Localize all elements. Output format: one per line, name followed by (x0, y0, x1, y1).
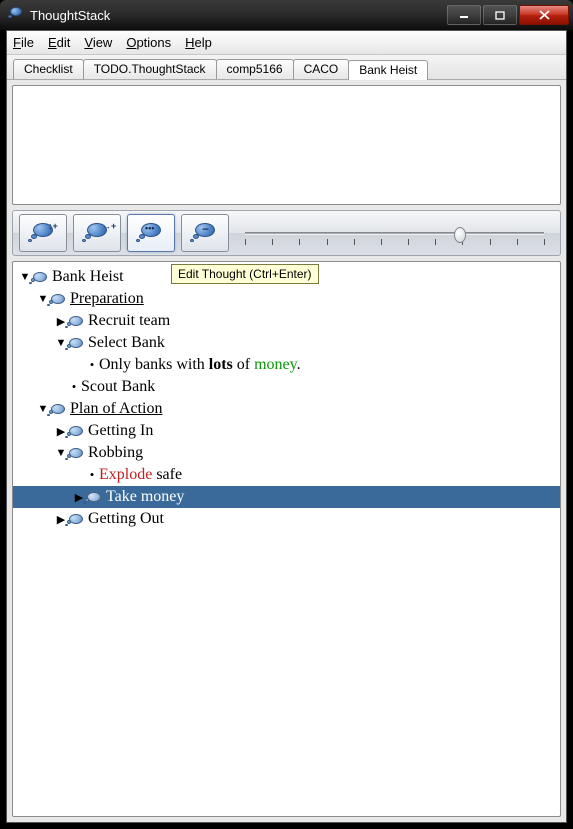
app-icon (8, 7, 24, 23)
maximize-button[interactable] (483, 5, 517, 25)
tab-caco[interactable]: CACO (293, 59, 350, 79)
tooltip: Edit Thought (Ctrl+Enter) (171, 264, 319, 284)
tree-node-getting-out[interactable]: ▶ Getting Out (13, 508, 560, 530)
bullet-icon: • (85, 467, 99, 483)
window-controls (447, 5, 569, 25)
thought-bubble-icon (49, 291, 67, 307)
tree-leaf-only-banks[interactable]: • • Only banks with lots of money. (13, 354, 560, 376)
tab-comp5166[interactable]: comp5166 (216, 59, 294, 79)
thought-bubble-icon (67, 423, 85, 439)
tabbar: ChecklistTODO.ThoughtStackcomp5166CACOBa… (7, 55, 566, 80)
menu-edit[interactable]: Edit (48, 35, 70, 50)
thought-bubble-icon (67, 511, 85, 527)
bullet-icon: • (67, 379, 81, 395)
tree-node-plan[interactable]: ▼ Plan of Action (13, 398, 560, 420)
tree-node-recruit[interactable]: ▶ Recruit team (13, 310, 560, 332)
client-area: File Edit View Options Help ChecklistTOD… (6, 30, 567, 823)
zoom-slider[interactable] (235, 218, 554, 248)
thought-bubble-icon (67, 335, 85, 351)
close-button[interactable] (519, 5, 569, 25)
thought-bubble-icon (67, 313, 85, 329)
tree-node-preparation[interactable]: ▼ Preparation (13, 288, 560, 310)
tree-node-take-money[interactable]: ▶ Take money (13, 486, 560, 508)
titlebar[interactable]: ThoughtStack (0, 0, 573, 30)
tree-node-getting-in[interactable]: ▶ Getting In (13, 420, 560, 442)
thought-bubble-icon (67, 445, 85, 461)
node-label: Recruit team (88, 312, 170, 330)
preview-pane[interactable] (12, 85, 561, 205)
node-label: Getting Out (88, 510, 164, 528)
menubar: File Edit View Options Help (7, 31, 566, 55)
add-sibling-button[interactable]: ↕+ (19, 214, 67, 252)
node-label: Preparation (70, 290, 144, 308)
menu-options[interactable]: Options (126, 35, 171, 50)
slider-thumb[interactable] (454, 227, 466, 243)
menu-help[interactable]: Help (185, 35, 212, 50)
window-shell: File Edit View Options Help ChecklistTOD… (0, 30, 573, 829)
tree-leaf-explode[interactable]: • • Explode safe (13, 464, 560, 486)
tree-node-select-bank[interactable]: ▼ Select Bank (13, 332, 560, 354)
node-label: Only banks with lots of money. (99, 356, 301, 374)
bullet-icon: • (85, 357, 99, 373)
node-label: Take money (106, 488, 184, 506)
window-title: ThoughtStack (30, 8, 447, 23)
app-window: ThoughtStack File Edit View Options Help… (0, 0, 573, 829)
menu-view[interactable]: View (84, 35, 112, 50)
tree-leaf-scout[interactable]: • • Scout Bank (13, 376, 560, 398)
thought-bubble-icon (85, 489, 103, 505)
toolbar: ↕+ →+ ••• − (12, 210, 561, 256)
add-child-button[interactable]: →+ (73, 214, 121, 252)
thought-bubble-icon (49, 401, 67, 417)
tree-pane[interactable]: Edit Thought (Ctrl+Enter) ▼ Bank Heist ▼… (12, 261, 561, 817)
edit-thought-button[interactable]: ••• (127, 214, 175, 252)
thought-bubble-icon (31, 269, 49, 285)
node-label: Bank Heist (52, 268, 124, 286)
node-label: Explode safe (99, 466, 182, 484)
tab-todo-thoughtstack[interactable]: TODO.ThoughtStack (83, 59, 217, 79)
minimize-button[interactable] (447, 5, 481, 25)
tree-node-robbing[interactable]: ▼ Robbing (13, 442, 560, 464)
node-label: Robbing (88, 444, 143, 462)
node-label: Select Bank (88, 334, 165, 352)
menu-file[interactable]: File (13, 35, 34, 50)
tab-bank-heist[interactable]: Bank Heist (348, 60, 428, 80)
tab-panel: ↕+ →+ ••• − Edit Though (7, 80, 566, 822)
delete-thought-button[interactable]: − (181, 214, 229, 252)
node-label: Plan of Action (70, 400, 162, 418)
tab-checklist[interactable]: Checklist (13, 59, 84, 79)
node-label: Scout Bank (81, 378, 155, 396)
node-label: Getting In (88, 422, 153, 440)
